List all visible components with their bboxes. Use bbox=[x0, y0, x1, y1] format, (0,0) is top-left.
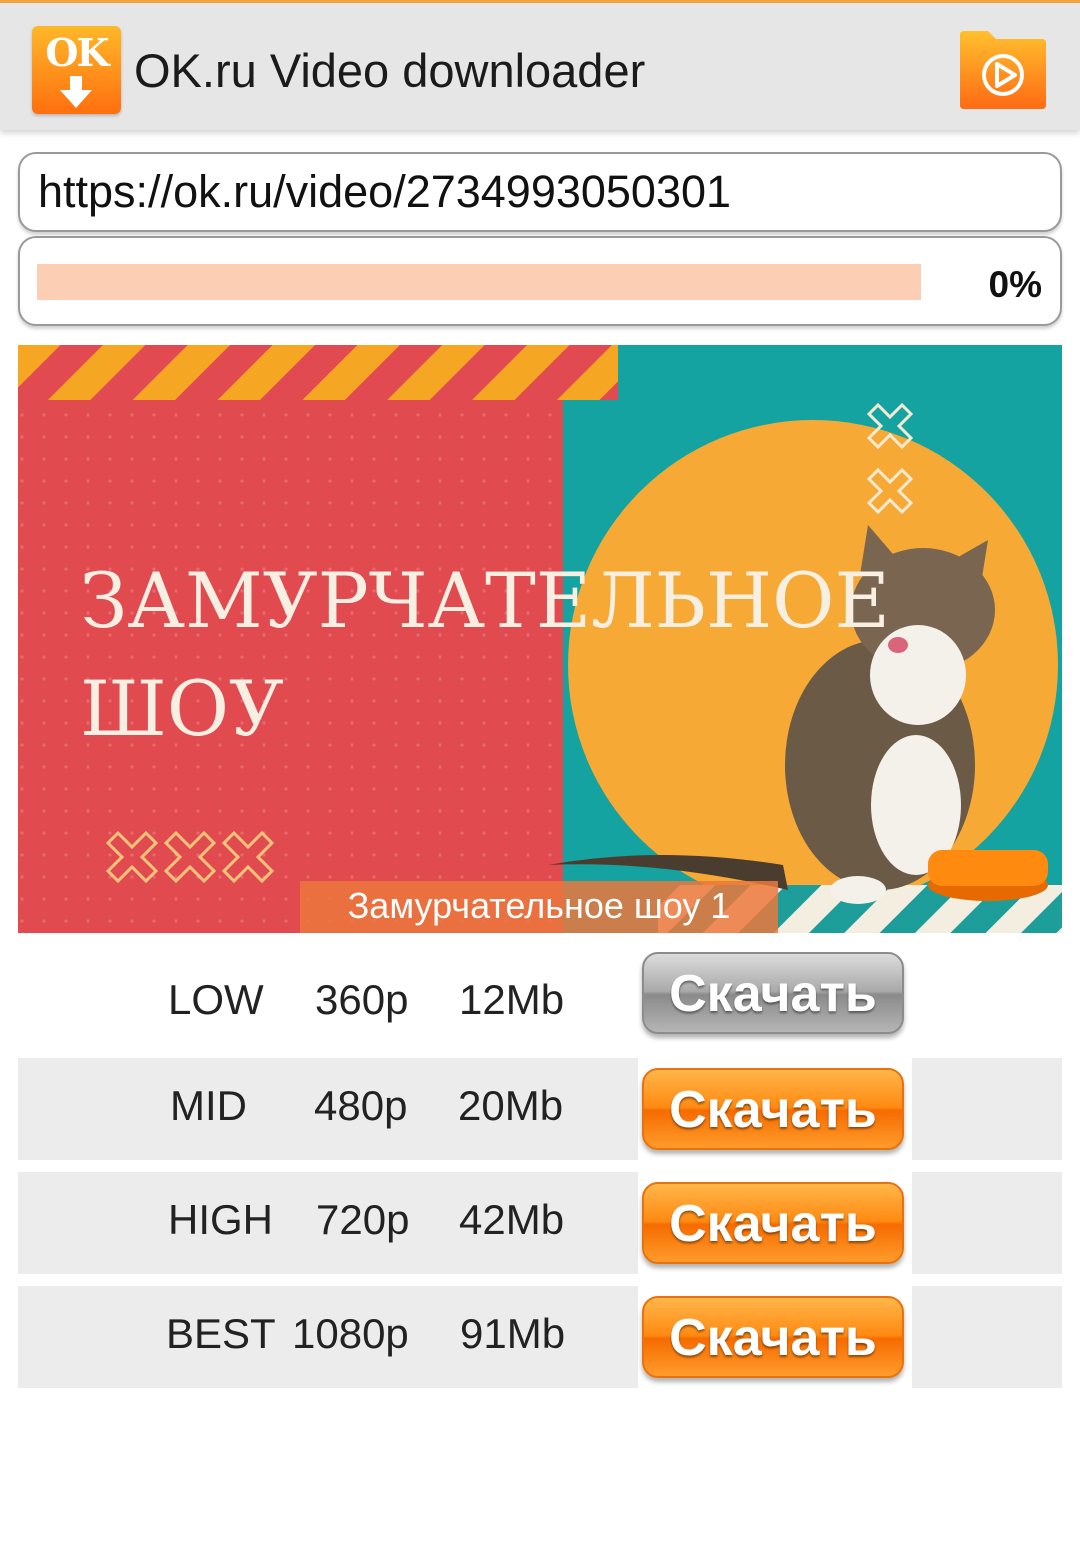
app-title: OK.ru Video downloader bbox=[134, 44, 646, 97]
quality-resolution: 360p bbox=[315, 976, 409, 1023]
download-button-high[interactable]: Скачать bbox=[642, 1182, 904, 1264]
progress-percent: 0% bbox=[988, 264, 1042, 305]
quality-name: HIGH bbox=[168, 1196, 273, 1243]
ok-download-logo-icon: OK bbox=[32, 26, 121, 114]
download-button-best[interactable]: Скачать bbox=[642, 1296, 904, 1378]
url-input[interactable]: https://ok.ru/video/2734993050301 bbox=[18, 152, 1062, 232]
quality-row-low: LOW 360p 12Mb Скачать bbox=[18, 952, 1062, 1054]
download-progress: 0% bbox=[18, 236, 1062, 326]
thumbnail-title-line1: ЗАМУРЧАТЕЛЬНОЕ bbox=[80, 556, 890, 645]
video-folder-button[interactable] bbox=[958, 29, 1048, 111]
video-caption: Замурчательное шоу 1 bbox=[347, 885, 731, 926]
download-arrow-icon bbox=[60, 76, 92, 108]
quality-row-best: BEST 1080p 91Mb Скачать bbox=[18, 1286, 1062, 1388]
thumbnail-title-line2: ШОУ bbox=[80, 664, 284, 753]
quality-resolution: 720p bbox=[316, 1196, 410, 1243]
video-thumbnail[interactable]: ЗАМУРЧАТЕЛЬНОЕ ШОУ Замурчательное шоу 1 bbox=[18, 345, 1062, 933]
video-folder-icon bbox=[960, 31, 1046, 109]
quality-name: BEST bbox=[166, 1310, 276, 1357]
app-bar: OK OK.ru Video downloader bbox=[0, 0, 1080, 130]
quality-name: LOW bbox=[168, 976, 264, 1023]
quality-name: MID bbox=[170, 1082, 247, 1129]
progress-track bbox=[37, 264, 921, 300]
quality-row-mid: MID 480p 20Mb Скачать bbox=[18, 1058, 1062, 1160]
quality-size: 12Mb bbox=[459, 976, 565, 1023]
download-button-low[interactable]: Скачать bbox=[642, 952, 904, 1034]
quality-size: 91Mb bbox=[460, 1310, 566, 1357]
quality-size: 20Mb bbox=[458, 1082, 564, 1129]
quality-size: 42Mb bbox=[459, 1196, 565, 1243]
quality-resolution: 480p bbox=[314, 1082, 408, 1129]
quality-row-high: HIGH 720p 42Mb Скачать bbox=[18, 1172, 1062, 1274]
quality-resolution: 1080p bbox=[292, 1310, 409, 1357]
download-button-mid[interactable]: Скачать bbox=[642, 1068, 904, 1150]
logo-text: OK bbox=[45, 30, 109, 75]
thumbnail-artwork: ЗАМУРЧАТЕЛЬНОЕ ШОУ bbox=[18, 345, 1062, 933]
